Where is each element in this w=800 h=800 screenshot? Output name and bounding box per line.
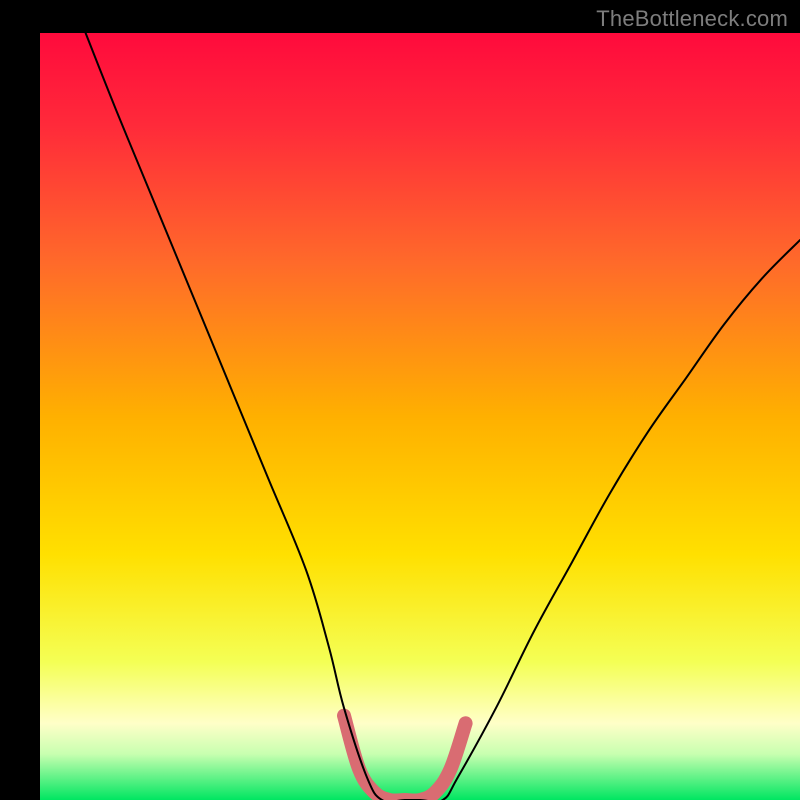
bottleneck-chart <box>0 0 800 800</box>
chart-frame: TheBottleneck.com <box>0 0 800 800</box>
plot-background <box>40 33 800 800</box>
